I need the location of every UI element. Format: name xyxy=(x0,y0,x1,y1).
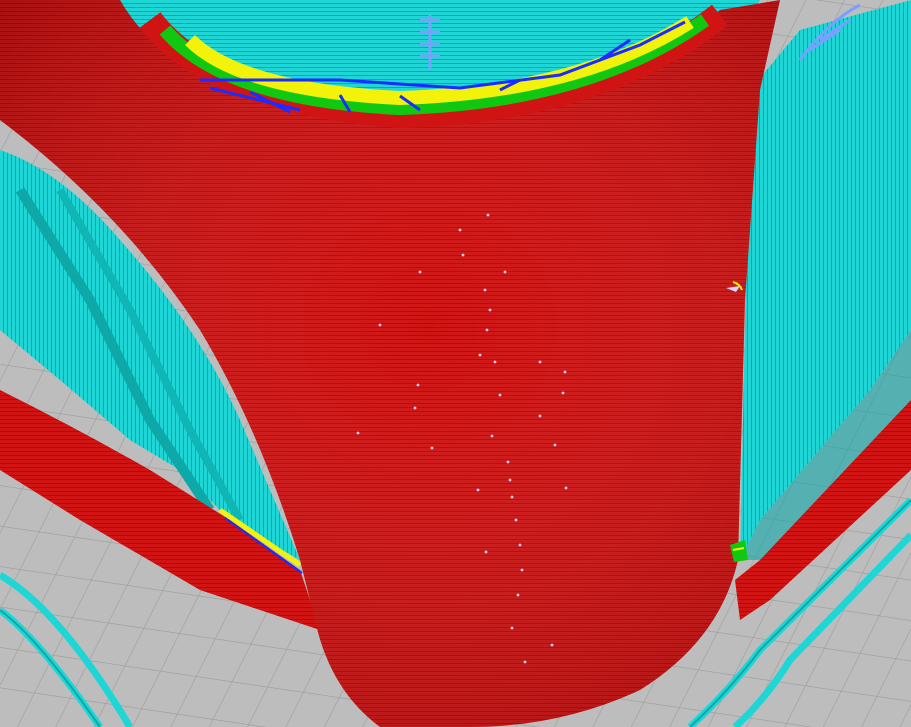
gcode-preview-viewport[interactable] xyxy=(0,0,911,727)
layer-view-canvas[interactable] xyxy=(0,0,911,727)
